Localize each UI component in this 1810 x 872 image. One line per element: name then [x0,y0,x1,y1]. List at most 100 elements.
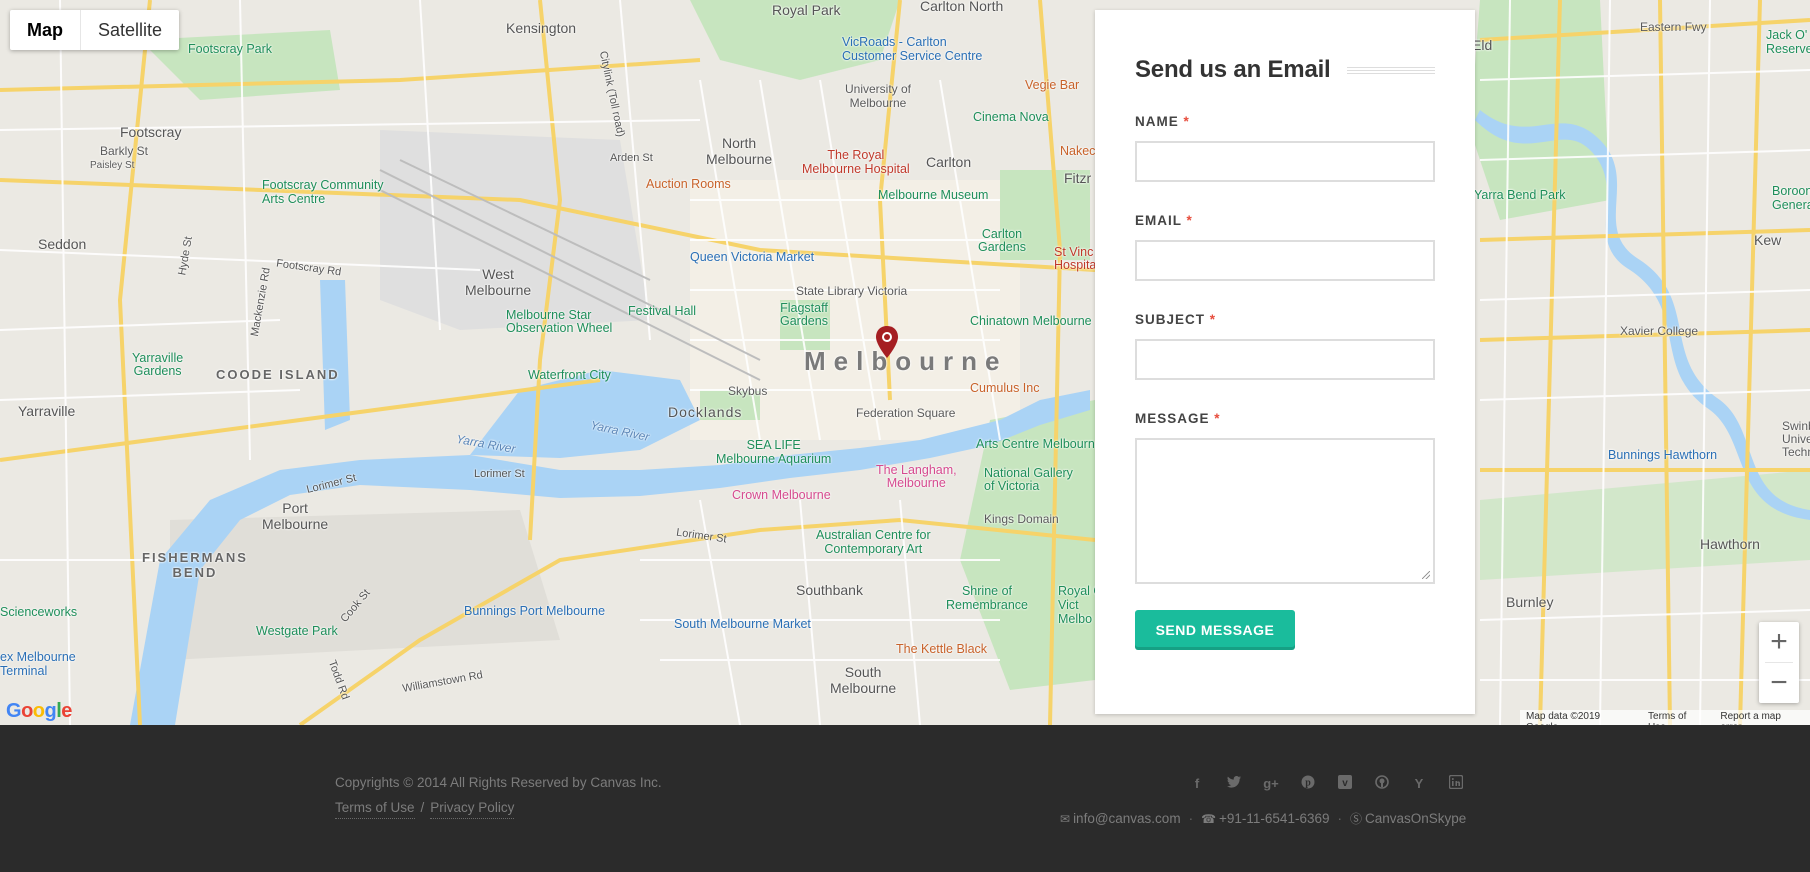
skype-contact-text: CanvasOnSkype [1365,811,1467,826]
title-divider [1346,66,1435,74]
map-label-coode-island: COODE ISLAND [216,367,340,382]
map-label-swinburne: Swinburn University Technolo [1782,419,1810,459]
map-label-chinatown: Chinatown Melbourne [970,314,1092,328]
google-logo[interactable]: Google [6,700,72,723]
map-label-carlton-north: Carlton North [920,0,1004,14]
svg-text:p: p [1305,778,1311,789]
vimeo-icon[interactable]: v [1336,775,1354,793]
map-label-port-melbourne: Port Melbourne [262,500,329,532]
map-label-shrine: Shrine of Remembrance [946,584,1028,612]
map-type-map-button[interactable]: Map [10,10,81,50]
map-label-waterfront-city: Waterfront City [528,368,611,382]
map-label-north-melbourne: North Melbourne [706,135,773,167]
map-label-scienceworks: Scienceworks [0,605,78,619]
map-label-star-wheel: Melbourne Star Observation Wheel [506,308,613,335]
map-label-eld: Eld [1472,37,1493,53]
map-data-text: Map data ©2019 Google [1526,711,1601,725]
map-label-docklands: Docklands [668,404,743,420]
map-type-satellite-button[interactable]: Satellite [81,10,179,50]
report-map-error-link[interactable]: Report a map error [1720,711,1804,725]
map-label-footscray-community-arts: Footscray Community Arts Centre [262,178,384,206]
map-label-ex-melbourne-terminal: ex Melbourne Terminal [0,650,76,678]
map-label-kensington: Kensington [506,20,577,36]
map-label-nakec: Nakec [1060,144,1096,158]
envelope-icon: ✉ [1060,812,1071,826]
email-required-mark: * [1186,213,1193,228]
message-textarea[interactable] [1135,438,1435,584]
map-label-cumulus: Cumulus Inc [970,381,1040,395]
form-title: Send us an Email [1135,56,1331,83]
map-label-melbourne-city: Melbourne [804,346,1008,376]
send-message-button[interactable]: SEND MESSAGE [1135,610,1295,650]
google-map[interactable]: Kensington Royal Park Carlton North Foot… [0,0,1810,725]
copyright-text: Copyrights © 2014 All Rights Reserved by… [335,775,662,790]
resize-handle-icon[interactable] [1422,571,1430,579]
map-label-south-melb-market: South Melbourne Market [674,617,811,631]
zoom-control: + − [1759,622,1799,703]
map-label-footscray-park: Footscray Park [188,42,273,56]
name-label: NAME * [1135,114,1435,129]
message-label: MESSAGE * [1135,411,1435,426]
map-label-federation-square: Federation Square [856,406,956,420]
map-label-royal-hospital: The Royal Melbourne Hospital [802,148,910,176]
site-footer: Copyrights © 2014 All Rights Reserved by… [0,725,1810,872]
message-required-mark: * [1214,411,1221,426]
map-type-control: Map Satellite [10,10,180,50]
map-label-bunnings-hawthorn: Bunnings Hawthorn [1608,448,1718,462]
skype-contact[interactable]: Ⓢ CanvasOnSkype [1350,810,1466,827]
map-label-st-vincent: St Vinc Hospita [1054,245,1097,272]
map-label-fishermans-bend: FISHERMANS BEND [142,550,248,580]
map-label-jack-o: Jack O' Reserve [1766,28,1810,56]
subject-input[interactable] [1135,339,1435,380]
map-terms-link[interactable]: Terms of Use [1648,711,1706,725]
gplus-icon[interactable]: g+ [1262,775,1280,793]
map-label-vicroads: VicRoads - Carlton Customer Service Cent… [842,35,983,63]
social-icons: f g+ p v Y [1188,774,1465,793]
svg-text:v: v [1342,778,1348,789]
map-label-crown: Crown Melbourne [732,488,831,502]
linkedin-icon[interactable] [1447,774,1465,793]
map-label-southbank: Southbank [796,582,863,598]
privacy-policy-link[interactable]: Privacy Policy [430,800,515,819]
name-input[interactable] [1135,141,1435,182]
pinterest-icon[interactable]: p [1299,775,1317,793]
map-label-cinema-nova: Cinema Nova [973,110,1049,124]
twitter-icon[interactable] [1225,775,1243,793]
map-label-sea-life: SEA LIFE Melbourne Aquarium [716,438,832,466]
yahoo-icon[interactable]: Y [1410,775,1428,793]
zoom-out-button[interactable]: − [1759,663,1799,703]
subject-required-mark: * [1209,312,1217,327]
map-attribution: Map data ©2019 Google Terms of Use Repor… [1520,710,1810,725]
map-label-kew: Kew [1754,232,1782,248]
map-label-kings-domain: Kings Domain [984,512,1059,526]
map-label-lorimer-st-2: Lorimer St [474,468,525,480]
map-label-state-library: State Library Victoria [796,284,908,298]
zoom-in-button[interactable]: + [1759,622,1799,662]
map-label-skybus: Skybus [728,384,768,398]
github-icon[interactable] [1373,775,1391,793]
email-input[interactable] [1135,240,1435,281]
contact-separator-2: · [1337,811,1342,826]
name-required-mark: * [1183,114,1190,129]
map-label-vegie-bar: Vegie Bar [1025,78,1080,92]
map-label-barkly-st: Barkly St [100,144,149,158]
terms-of-use-link[interactable]: Terms of Use [335,800,415,819]
map-label-yarra-bend-park: Yarra Bend Park [1474,188,1566,202]
map-label-burnley: Burnley [1506,594,1554,610]
footer-links: Terms of Use / Privacy Policy [335,800,515,819]
phone-contact[interactable]: ☎ +91-11-6541-6369 [1201,811,1329,826]
email-contact[interactable]: ✉ info@canvas.com [1060,811,1181,826]
name-label-text: NAME [1135,114,1179,129]
map-label-yarraville-gardens: Yarraville Gardens [132,351,184,378]
email-label: EMAIL * [1135,213,1435,228]
subject-label-text: SUBJECT [1135,312,1206,327]
map-label-langham: The Langham, Melbourne [876,463,957,490]
map-label-boroon: Boroon General Cem [1772,184,1810,212]
map-label-yarraville: Yarraville [18,403,76,419]
map-label-westgate-park-a: Westgate Park [256,624,338,638]
location-pin-icon[interactable] [874,325,900,359]
map-label-carlton-gardens: Carlton Gardens [978,227,1026,254]
facebook-icon[interactable]: f [1188,775,1206,793]
map-label-acca: Australian Centre for Contemporary Art [816,528,931,556]
map-label-eastern-fwy: Eastern Fwy [1640,20,1707,34]
